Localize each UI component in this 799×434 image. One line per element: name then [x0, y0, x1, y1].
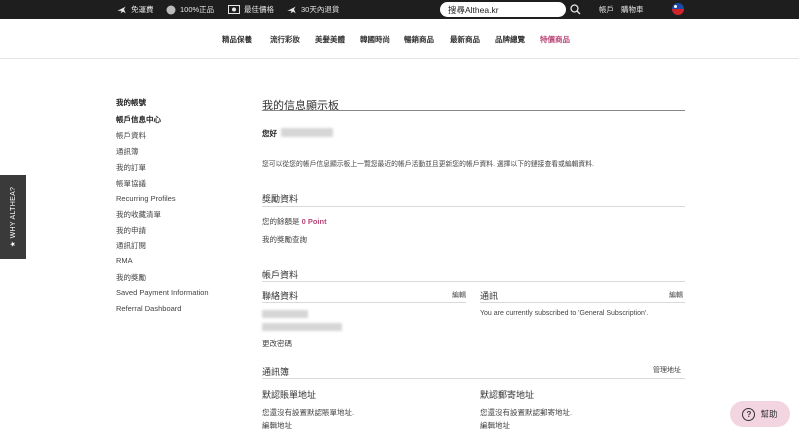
nav-item-skincare[interactable]: 精品保養 — [222, 34, 252, 45]
authentic-icon — [166, 5, 176, 14]
sidebar-item-referral-dashboard[interactable]: Referral Dashboard — [116, 304, 181, 313]
search-box[interactable] — [440, 2, 566, 17]
taiwan-flag-icon[interactable] — [672, 3, 684, 15]
sidebar-title: 我的帳號 — [116, 98, 146, 107]
balance-label: 您的餘額是 — [262, 217, 300, 226]
airplane-icon — [287, 6, 296, 13]
sidebar-item-orders[interactable]: 我的訂單 — [116, 162, 146, 173]
newsletter-status: You are currently subscribed to 'General… — [480, 310, 649, 317]
billing-address-text: 您還沒有設置默認賬單地址. — [262, 408, 355, 417]
redacted-name — [281, 128, 333, 137]
nav-item-brands[interactable]: 品牌總覽 — [495, 34, 525, 45]
best-price-label: 最佳價格 — [244, 5, 274, 14]
balance-value: 0 Point — [301, 217, 327, 226]
rewards-divider — [262, 206, 685, 207]
main-nav: 精品保養 流行彩妝 美髮美體 韓國時尚 暢銷商品 最新商品 品牌總覽 特價商品 — [0, 19, 799, 59]
search-icon[interactable] — [570, 4, 581, 15]
account-info-heading: 帳戶資料 — [262, 270, 299, 280]
returns-badge: 30天內退貨 — [286, 4, 339, 15]
newsletter-edit-link[interactable]: 編輯 — [669, 290, 683, 300]
change-password-link[interactable]: 更改密碼 — [262, 338, 292, 349]
billing-address-heading: 默認賬單地址 — [262, 390, 317, 400]
nav-item-new-arrivals[interactable]: 最新商品 — [450, 34, 480, 45]
shipping-address-edit-link[interactable]: 編輯地址 — [480, 420, 510, 431]
free-shipping-label: 免運費 — [131, 5, 154, 14]
sidebar-item-applications[interactable]: 我的申請 — [116, 225, 146, 236]
sidebar-item-account-info[interactable]: 帳戶資料 — [116, 130, 146, 141]
price-tag-icon — [228, 5, 240, 14]
address-book-heading: 通訊簿 — [262, 367, 290, 377]
account-link[interactable]: 帳戶 — [599, 4, 614, 15]
contact-divider — [262, 302, 466, 303]
sidebar-item-address-book[interactable]: 通訊簿 — [116, 146, 139, 157]
sidebar-item-saved-payment[interactable]: Saved Payment Information — [116, 288, 209, 297]
account-info-divider — [262, 281, 685, 282]
returns-label: 30天內退貨 — [301, 5, 340, 14]
sidebar-item-rewards[interactable]: 我的獎勵 — [116, 272, 146, 283]
sidebar-item-billing-agreements[interactable]: 帳單協議 — [116, 178, 146, 189]
top-bar: 免運費 100%正品 最佳價格 30天內退貨 帳戶 購物車 — [0, 0, 799, 19]
title-divider — [262, 110, 685, 111]
billing-address-edit-link[interactable]: 編輯地址 — [262, 420, 292, 431]
question-icon: ? — [742, 407, 756, 421]
redacted-contact-email — [262, 323, 342, 331]
help-label: 幫助 — [760, 409, 778, 419]
nav-item-sale[interactable]: 特價商品 — [540, 34, 570, 45]
sidebar-item-dashboard[interactable]: 帳戶信息中心 — [116, 114, 161, 125]
why-althea-label: ★ WHY ALTHEA? — [10, 186, 17, 248]
airplane-icon — [117, 6, 126, 13]
rewards-balance: 您的餘額是 0 Point — [262, 216, 327, 227]
authentic-label: 100%正品 — [180, 5, 215, 14]
address-book-divider — [262, 378, 685, 379]
greeting-label: 您好 — [262, 129, 277, 138]
help-button[interactable]: ? 幫助 — [730, 401, 790, 427]
shipping-address-heading: 默認郵寄地址 — [480, 390, 535, 400]
newsletter-divider — [480, 302, 685, 303]
redacted-contact-name — [262, 310, 308, 318]
best-price-badge: 最佳價格 — [228, 4, 274, 15]
search-input[interactable] — [448, 3, 566, 16]
cart-link[interactable]: 購物車 — [621, 4, 644, 15]
shipping-address-text: 您還沒有設置默認郵寄地址. — [480, 408, 573, 417]
rewards-heading: 獎勵資料 — [262, 194, 299, 204]
authentic-badge: 100%正品 — [166, 4, 214, 15]
dashboard-intro: 您可以從您的帳戶信息顯示板上一覽您最近的帳戶活動並且更新您的帳戶資料. 選擇以下… — [262, 161, 594, 168]
contact-heading: 聯絡資料 — [262, 291, 299, 301]
contact-edit-link[interactable]: 編輯 — [452, 290, 466, 300]
nav-item-bestsellers[interactable]: 暢銷商品 — [404, 34, 434, 45]
nav-item-korean-fashion[interactable]: 韓國時尚 — [360, 34, 390, 45]
nav-item-makeup[interactable]: 流行彩妝 — [270, 34, 300, 45]
nav-item-hair-body[interactable]: 美髮美體 — [315, 34, 345, 45]
why-althea-tab[interactable]: ★ WHY ALTHEA? — [0, 175, 26, 259]
free-shipping-badge: 免運費 — [116, 4, 154, 15]
sidebar-item-newsletter[interactable]: 通訊訂閱 — [116, 240, 146, 251]
sidebar-item-recurring-profiles[interactable]: Recurring Profiles — [116, 194, 176, 203]
newsletter-heading: 通訊 — [480, 291, 499, 301]
sidebar-item-rma[interactable]: RMA — [116, 256, 133, 265]
sidebar-item-wishlist[interactable]: 我的收藏清單 — [116, 209, 161, 220]
manage-addresses-link[interactable]: 管理地址 — [653, 365, 681, 375]
rewards-history-link[interactable]: 我的獎勵查詢 — [262, 234, 307, 245]
